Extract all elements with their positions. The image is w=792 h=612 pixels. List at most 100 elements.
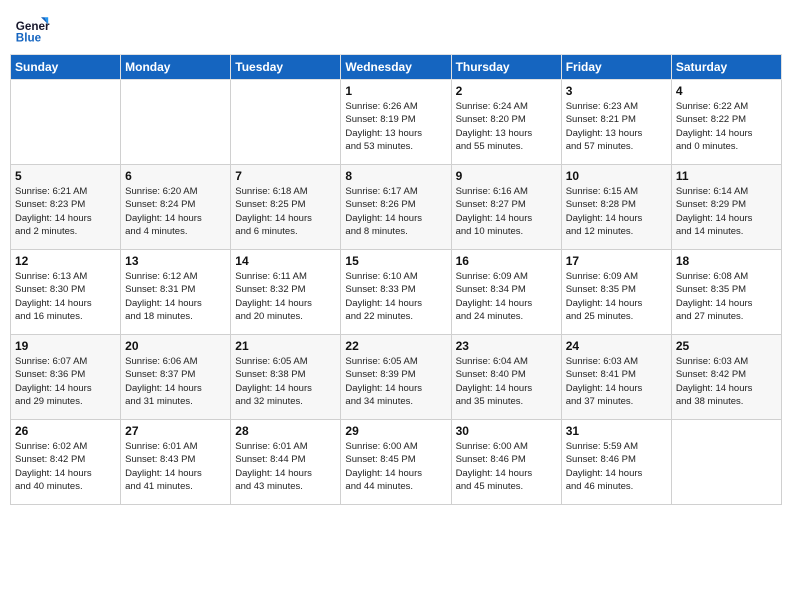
calendar-cell: [121, 80, 231, 165]
cell-info: Sunrise: 6:16 AM Sunset: 8:27 PM Dayligh…: [456, 185, 557, 238]
day-number: 25: [676, 339, 777, 353]
cell-info: Sunrise: 6:06 AM Sunset: 8:37 PM Dayligh…: [125, 355, 226, 408]
weekday-header: Friday: [561, 55, 671, 80]
calendar-table: SundayMondayTuesdayWednesdayThursdayFrid…: [10, 54, 782, 505]
weekday-header: Sunday: [11, 55, 121, 80]
cell-info: Sunrise: 6:11 AM Sunset: 8:32 PM Dayligh…: [235, 270, 336, 323]
day-number: 26: [15, 424, 116, 438]
calendar-cell: 18Sunrise: 6:08 AM Sunset: 8:35 PM Dayli…: [671, 250, 781, 335]
calendar-cell: 11 Sunrise: 6:14 AM Sunset: 8:29 PM Dayli…: [671, 165, 781, 250]
cell-info: Sunrise: 6:23 AM Sunset: 8:21 PM Dayligh…: [566, 100, 667, 153]
weekday-header: Saturday: [671, 55, 781, 80]
page-header: General Blue: [10, 10, 782, 46]
day-number: 24: [566, 339, 667, 353]
calendar-cell: 30Sunrise: 6:00 AM Sunset: 8:46 PM Dayli…: [451, 420, 561, 505]
cell-info: Sunrise: 6:15 AM Sunset: 8:28 PM Dayligh…: [566, 185, 667, 238]
calendar-cell: 6 Sunrise: 6:20 AM Sunset: 8:24 PM Daylig…: [121, 165, 231, 250]
cell-info: Sunrise: 6:05 AM Sunset: 8:38 PM Dayligh…: [235, 355, 336, 408]
cell-info: Sunrise: 6:03 AM Sunset: 8:41 PM Dayligh…: [566, 355, 667, 408]
logo: General Blue: [14, 10, 50, 46]
calendar-cell: 2 Sunrise: 6:24 AM Sunset: 8:20 PM Daylig…: [451, 80, 561, 165]
day-number: 14: [235, 254, 336, 268]
weekday-header: Tuesday: [231, 55, 341, 80]
cell-info: Sunrise: 6:12 AM Sunset: 8:31 PM Dayligh…: [125, 270, 226, 323]
calendar-cell: [231, 80, 341, 165]
calendar-cell: 5 Sunrise: 6:21 AM Sunset: 8:23 PM Daylig…: [11, 165, 121, 250]
calendar-cell: 15 Sunrise: 6:10 AM Sunset: 8:33 PM Dayli…: [341, 250, 451, 335]
calendar-cell: [11, 80, 121, 165]
calendar-cell: 29Sunrise: 6:00 AM Sunset: 8:45 PM Dayli…: [341, 420, 451, 505]
calendar-cell: 17Sunrise: 6:09 AM Sunset: 8:35 PM Dayli…: [561, 250, 671, 335]
cell-info: Sunrise: 6:10 AM Sunset: 8:33 PM Dayligh…: [345, 270, 446, 323]
cell-info: Sunrise: 5:59 AM Sunset: 8:46 PM Dayligh…: [566, 440, 667, 493]
day-number: 31: [566, 424, 667, 438]
day-number: 21: [235, 339, 336, 353]
day-number: 3: [566, 84, 667, 98]
day-number: 18: [676, 254, 777, 268]
cell-info: Sunrise: 6:18 AM Sunset: 8:25 PM Dayligh…: [235, 185, 336, 238]
day-number: 13: [125, 254, 226, 268]
calendar-cell: 8 Sunrise: 6:17 AM Sunset: 8:26 PM Daylig…: [341, 165, 451, 250]
cell-info: Sunrise: 6:04 AM Sunset: 8:40 PM Dayligh…: [456, 355, 557, 408]
cell-info: Sunrise: 6:02 AM Sunset: 8:42 PM Dayligh…: [15, 440, 116, 493]
calendar-cell: 4Sunrise: 6:22 AM Sunset: 8:22 PM Daylig…: [671, 80, 781, 165]
day-number: 22: [345, 339, 446, 353]
weekday-header: Monday: [121, 55, 231, 80]
day-number: 1: [345, 84, 446, 98]
calendar-cell: 12 Sunrise: 6:13 AM Sunset: 8:30 PM Dayli…: [11, 250, 121, 335]
calendar-cell: 19Sunrise: 6:07 AM Sunset: 8:36 PM Dayli…: [11, 335, 121, 420]
calendar-cell: 21 Sunrise: 6:05 AM Sunset: 8:38 PM Dayli…: [231, 335, 341, 420]
day-number: 15: [345, 254, 446, 268]
logo-icon: General Blue: [14, 10, 50, 46]
weekday-header: Thursday: [451, 55, 561, 80]
day-number: 20: [125, 339, 226, 353]
cell-info: Sunrise: 6:20 AM Sunset: 8:24 PM Dayligh…: [125, 185, 226, 238]
cell-info: Sunrise: 6:24 AM Sunset: 8:20 PM Dayligh…: [456, 100, 557, 153]
cell-info: Sunrise: 6:22 AM Sunset: 8:22 PM Dayligh…: [676, 100, 777, 153]
cell-info: Sunrise: 6:13 AM Sunset: 8:30 PM Dayligh…: [15, 270, 116, 323]
cell-info: Sunrise: 6:21 AM Sunset: 8:23 PM Dayligh…: [15, 185, 116, 238]
cell-info: Sunrise: 6:14 AM Sunset: 8:29 PM Dayligh…: [676, 185, 777, 238]
day-number: 10: [566, 169, 667, 183]
day-number: 11: [676, 169, 777, 183]
cell-info: Sunrise: 6:01 AM Sunset: 8:44 PM Dayligh…: [235, 440, 336, 493]
day-number: 5: [15, 169, 116, 183]
day-number: 27: [125, 424, 226, 438]
calendar-cell: 10 Sunrise: 6:15 AM Sunset: 8:28 PM Dayli…: [561, 165, 671, 250]
cell-info: Sunrise: 6:05 AM Sunset: 8:39 PM Dayligh…: [345, 355, 446, 408]
cell-info: Sunrise: 6:03 AM Sunset: 8:42 PM Dayligh…: [676, 355, 777, 408]
calendar-cell: 7 Sunrise: 6:18 AM Sunset: 8:25 PM Daylig…: [231, 165, 341, 250]
cell-info: Sunrise: 6:01 AM Sunset: 8:43 PM Dayligh…: [125, 440, 226, 493]
cell-info: Sunrise: 6:09 AM Sunset: 8:35 PM Dayligh…: [566, 270, 667, 323]
day-number: 6: [125, 169, 226, 183]
day-number: 23: [456, 339, 557, 353]
calendar-cell: 22 Sunrise: 6:05 AM Sunset: 8:39 PM Dayli…: [341, 335, 451, 420]
calendar-cell: 3 Sunrise: 6:23 AM Sunset: 8:21 PM Daylig…: [561, 80, 671, 165]
svg-text:Blue: Blue: [16, 32, 42, 45]
day-number: 12: [15, 254, 116, 268]
day-number: 16: [456, 254, 557, 268]
calendar-cell: 13 Sunrise: 6:12 AM Sunset: 8:31 PM Dayli…: [121, 250, 231, 335]
day-number: 19: [15, 339, 116, 353]
calendar-cell: 31 Sunrise: 5:59 AM Sunset: 8:46 PM Dayli…: [561, 420, 671, 505]
calendar-cell: 25 Sunrise: 6:03 AM Sunset: 8:42 PM Dayli…: [671, 335, 781, 420]
day-number: 8: [345, 169, 446, 183]
cell-info: Sunrise: 6:17 AM Sunset: 8:26 PM Dayligh…: [345, 185, 446, 238]
calendar-cell: 20 Sunrise: 6:06 AM Sunset: 8:37 PM Dayli…: [121, 335, 231, 420]
calendar-cell: 24 Sunrise: 6:03 AM Sunset: 8:41 PM Dayli…: [561, 335, 671, 420]
calendar-cell: [671, 420, 781, 505]
cell-info: Sunrise: 6:26 AM Sunset: 8:19 PM Dayligh…: [345, 100, 446, 153]
weekday-header: Wednesday: [341, 55, 451, 80]
day-number: 2: [456, 84, 557, 98]
day-number: 7: [235, 169, 336, 183]
cell-info: Sunrise: 6:09 AM Sunset: 8:34 PM Dayligh…: [456, 270, 557, 323]
calendar-cell: 23 Sunrise: 6:04 AM Sunset: 8:40 PM Dayli…: [451, 335, 561, 420]
calendar-cell: 27 Sunrise: 6:01 AM Sunset: 8:43 PM Dayli…: [121, 420, 231, 505]
day-number: 30: [456, 424, 557, 438]
day-number: 9: [456, 169, 557, 183]
calendar-cell: 28 Sunrise: 6:01 AM Sunset: 8:44 PM Dayli…: [231, 420, 341, 505]
day-number: 28: [235, 424, 336, 438]
calendar-cell: 16 Sunrise: 6:09 AM Sunset: 8:34 PM Dayli…: [451, 250, 561, 335]
cell-info: Sunrise: 6:00 AM Sunset: 8:45 PM Dayligh…: [345, 440, 446, 493]
calendar-cell: 14 Sunrise: 6:11 AM Sunset: 8:32 PM Dayli…: [231, 250, 341, 335]
